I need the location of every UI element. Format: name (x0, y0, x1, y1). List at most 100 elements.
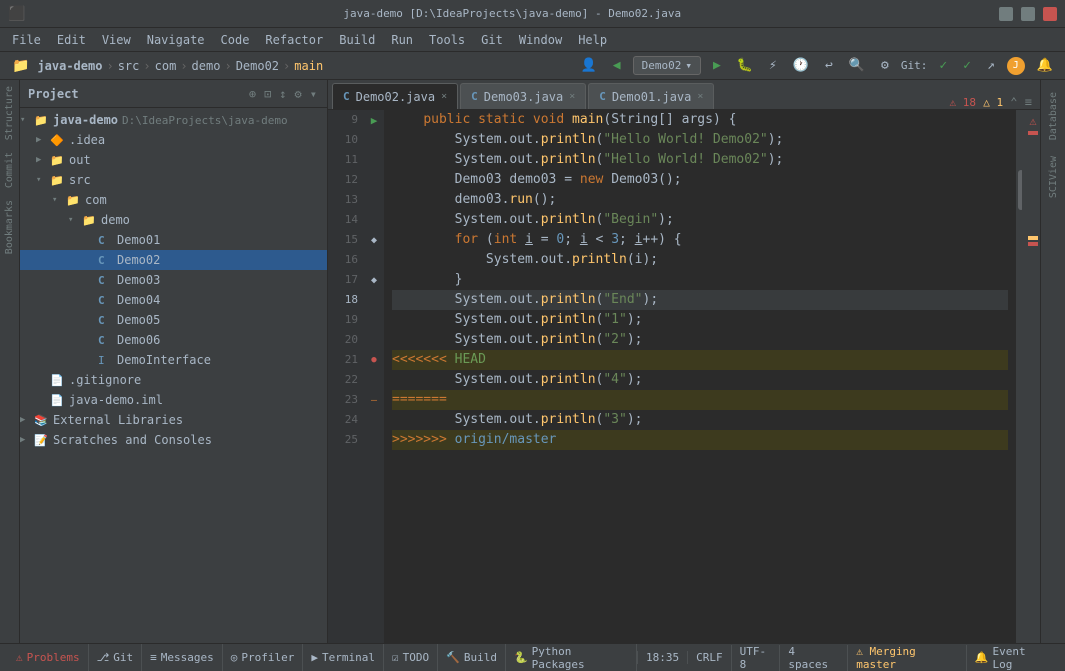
status-git-branch[interactable]: ⚠ Merging master (847, 645, 966, 671)
menu-run[interactable]: Run (383, 31, 421, 49)
menu-refactor[interactable]: Refactor (257, 31, 331, 49)
undo-button[interactable]: ↩ (821, 56, 837, 75)
breadcrumb-com[interactable]: com (155, 59, 177, 73)
panel-collapse-icon[interactable]: ▾ (308, 85, 319, 103)
sidebar-item-database[interactable]: Database (1046, 84, 1061, 148)
editor-scrollbar[interactable] (1016, 110, 1026, 643)
profiler-label: Profiler (241, 651, 294, 664)
avatar-icon[interactable]: J (1007, 57, 1025, 75)
profiler-icon: ◎ (231, 651, 238, 664)
tab-close-Demo03[interactable]: × (569, 91, 575, 102)
breadcrumb-method[interactable]: main (294, 59, 323, 73)
tree-item-gitignore[interactable]: 📄 .gitignore (20, 370, 327, 390)
sidebar-item-structure[interactable]: Structure (0, 80, 19, 146)
tree-item-Demo04[interactable]: C Demo04 (20, 290, 327, 310)
error-mark-1 (1028, 131, 1038, 135)
coverage-button[interactable]: ⚡ (765, 56, 781, 75)
settings-button[interactable]: ⚙ (877, 56, 893, 75)
notifications-icon[interactable]: 🔔 (1033, 56, 1057, 75)
more-tabs-icon[interactable]: ≡ (1025, 95, 1032, 109)
git-label: Git: (901, 59, 928, 72)
status-todo[interactable]: ☑ TODO (384, 644, 438, 671)
git-check2-icon[interactable]: ✓ (959, 56, 975, 75)
java-file-icon2: C (471, 90, 478, 103)
breadcrumb-project[interactable]: java-demo (37, 59, 102, 73)
sort-icon[interactable]: ↕ (277, 85, 288, 103)
status-build[interactable]: 🔨 Build (438, 644, 506, 671)
search-everywhere-icon[interactable]: 👤 (577, 56, 601, 75)
status-line-ending[interactable]: CRLF (687, 651, 731, 664)
tree-item-Demo06[interactable]: C Demo06 (20, 330, 327, 350)
tree-item-out[interactable]: ▶ 📁 out (20, 150, 327, 170)
sidebar-item-bookmarks[interactable]: Bookmarks (0, 194, 19, 260)
status-profiler[interactable]: ◎ Profiler (223, 644, 304, 671)
close-button[interactable] (1043, 7, 1057, 21)
status-terminal[interactable]: ▶ Terminal (303, 644, 384, 671)
tree-item-DemoInterface[interactable]: I DemoInterface (20, 350, 327, 370)
tree-item-iml[interactable]: 📄 java-demo.iml (20, 390, 327, 410)
tree-item-idea[interactable]: ▶ 🔶 .idea (20, 130, 327, 150)
menu-help[interactable]: Help (570, 31, 615, 49)
status-position[interactable]: 18:35 (637, 651, 687, 664)
class-icon-Demo02: C (98, 254, 114, 267)
status-charset[interactable]: UTF-8 (731, 645, 780, 671)
left-sidebar-panel: Structure Commit Bookmarks (0, 80, 20, 643)
tree-label-demo: demo (101, 213, 130, 227)
debug-button[interactable]: 🐛 (733, 56, 757, 75)
tree-item-Demo03[interactable]: C Demo03 (20, 270, 327, 290)
status-event-log[interactable]: 🔔 Event Log (966, 645, 1057, 671)
tab-label-Demo02: Demo02.java (356, 90, 435, 104)
breadcrumb-demo[interactable]: demo (192, 59, 221, 73)
tree-collapse-icon[interactable]: ⊡ (262, 85, 273, 103)
line-num-18: 18 (334, 290, 358, 310)
expand-editor-icon[interactable]: ⌃ (1010, 95, 1017, 109)
tree-item-com[interactable]: ▾ 📁 com (20, 190, 327, 210)
tab-close-Demo02[interactable]: × (441, 91, 447, 102)
code-content[interactable]: public static void main(String[] args) {… (384, 110, 1016, 643)
tree-item-src[interactable]: ▾ 📁 src (20, 170, 327, 190)
run-config[interactable]: Demo02 ▾ (633, 56, 701, 75)
menu-edit[interactable]: Edit (49, 31, 94, 49)
status-python[interactable]: 🐍 Python Packages (506, 644, 637, 671)
tab-close-Demo01[interactable]: × (697, 91, 703, 102)
tree-item-java-demo[interactable]: ▾ 📁 java-demo D:\IdeaProjects\java-demo (20, 110, 327, 130)
status-git[interactable]: ⎇ Git (89, 644, 143, 671)
minimize-button[interactable] (999, 7, 1013, 21)
sidebar-item-scm[interactable]: Commit (0, 146, 19, 194)
tab-Demo01[interactable]: C Demo01.java × (588, 83, 714, 109)
status-problems[interactable]: ⚠ Problems (8, 644, 89, 671)
tree-item-Demo05[interactable]: C Demo05 (20, 310, 327, 330)
tree-item-scratches[interactable]: ▶ 📝 Scratches and Consoles (20, 430, 327, 450)
expand-arrow: ▶ (20, 415, 34, 425)
breadcrumb-class[interactable]: Demo02 (236, 59, 279, 73)
menu-file[interactable]: File (4, 31, 49, 49)
status-indent[interactable]: 4 spaces (779, 645, 847, 671)
tab-Demo03[interactable]: C Demo03.java × (460, 83, 586, 109)
tree-item-Demo02[interactable]: C Demo02 (20, 250, 327, 270)
nav-back-icon[interactable]: ◀ (609, 56, 625, 75)
breadcrumb-src[interactable]: src (118, 59, 140, 73)
menu-tools[interactable]: Tools (421, 31, 473, 49)
menu-view[interactable]: View (94, 31, 139, 49)
menu-navigate[interactable]: Navigate (139, 31, 213, 49)
menu-build[interactable]: Build (331, 31, 383, 49)
menu-git[interactable]: Git (473, 31, 511, 49)
status-messages[interactable]: ≡ Messages (142, 644, 223, 671)
search-button[interactable]: 🔍 (845, 56, 869, 75)
maximize-button[interactable] (1021, 7, 1035, 21)
code-line-23: ======= (392, 390, 1008, 410)
git-check-icon[interactable]: ✓ (935, 56, 951, 75)
tree-item-Demo01[interactable]: C Demo01 (20, 230, 327, 250)
panel-settings-icon[interactable]: ⚙ (293, 85, 304, 103)
profile-button[interactable]: 🕐 (789, 56, 813, 75)
add-directory-icon[interactable]: ⊕ (247, 85, 258, 103)
menu-code[interactable]: Code (213, 31, 258, 49)
git-push-icon[interactable]: ↗ (983, 56, 999, 75)
tree-item-extlib[interactable]: ▶ 📚 External Libraries (20, 410, 327, 430)
run-button[interactable]: ▶ (709, 56, 725, 75)
gutter-run-9[interactable]: ▶ (364, 110, 384, 130)
tree-item-demo[interactable]: ▾ 📁 demo (20, 210, 327, 230)
tab-Demo02[interactable]: C Demo02.java × (332, 83, 458, 109)
menu-window[interactable]: Window (511, 31, 570, 49)
sidebar-item-sciview[interactable]: SCIView (1046, 148, 1061, 206)
